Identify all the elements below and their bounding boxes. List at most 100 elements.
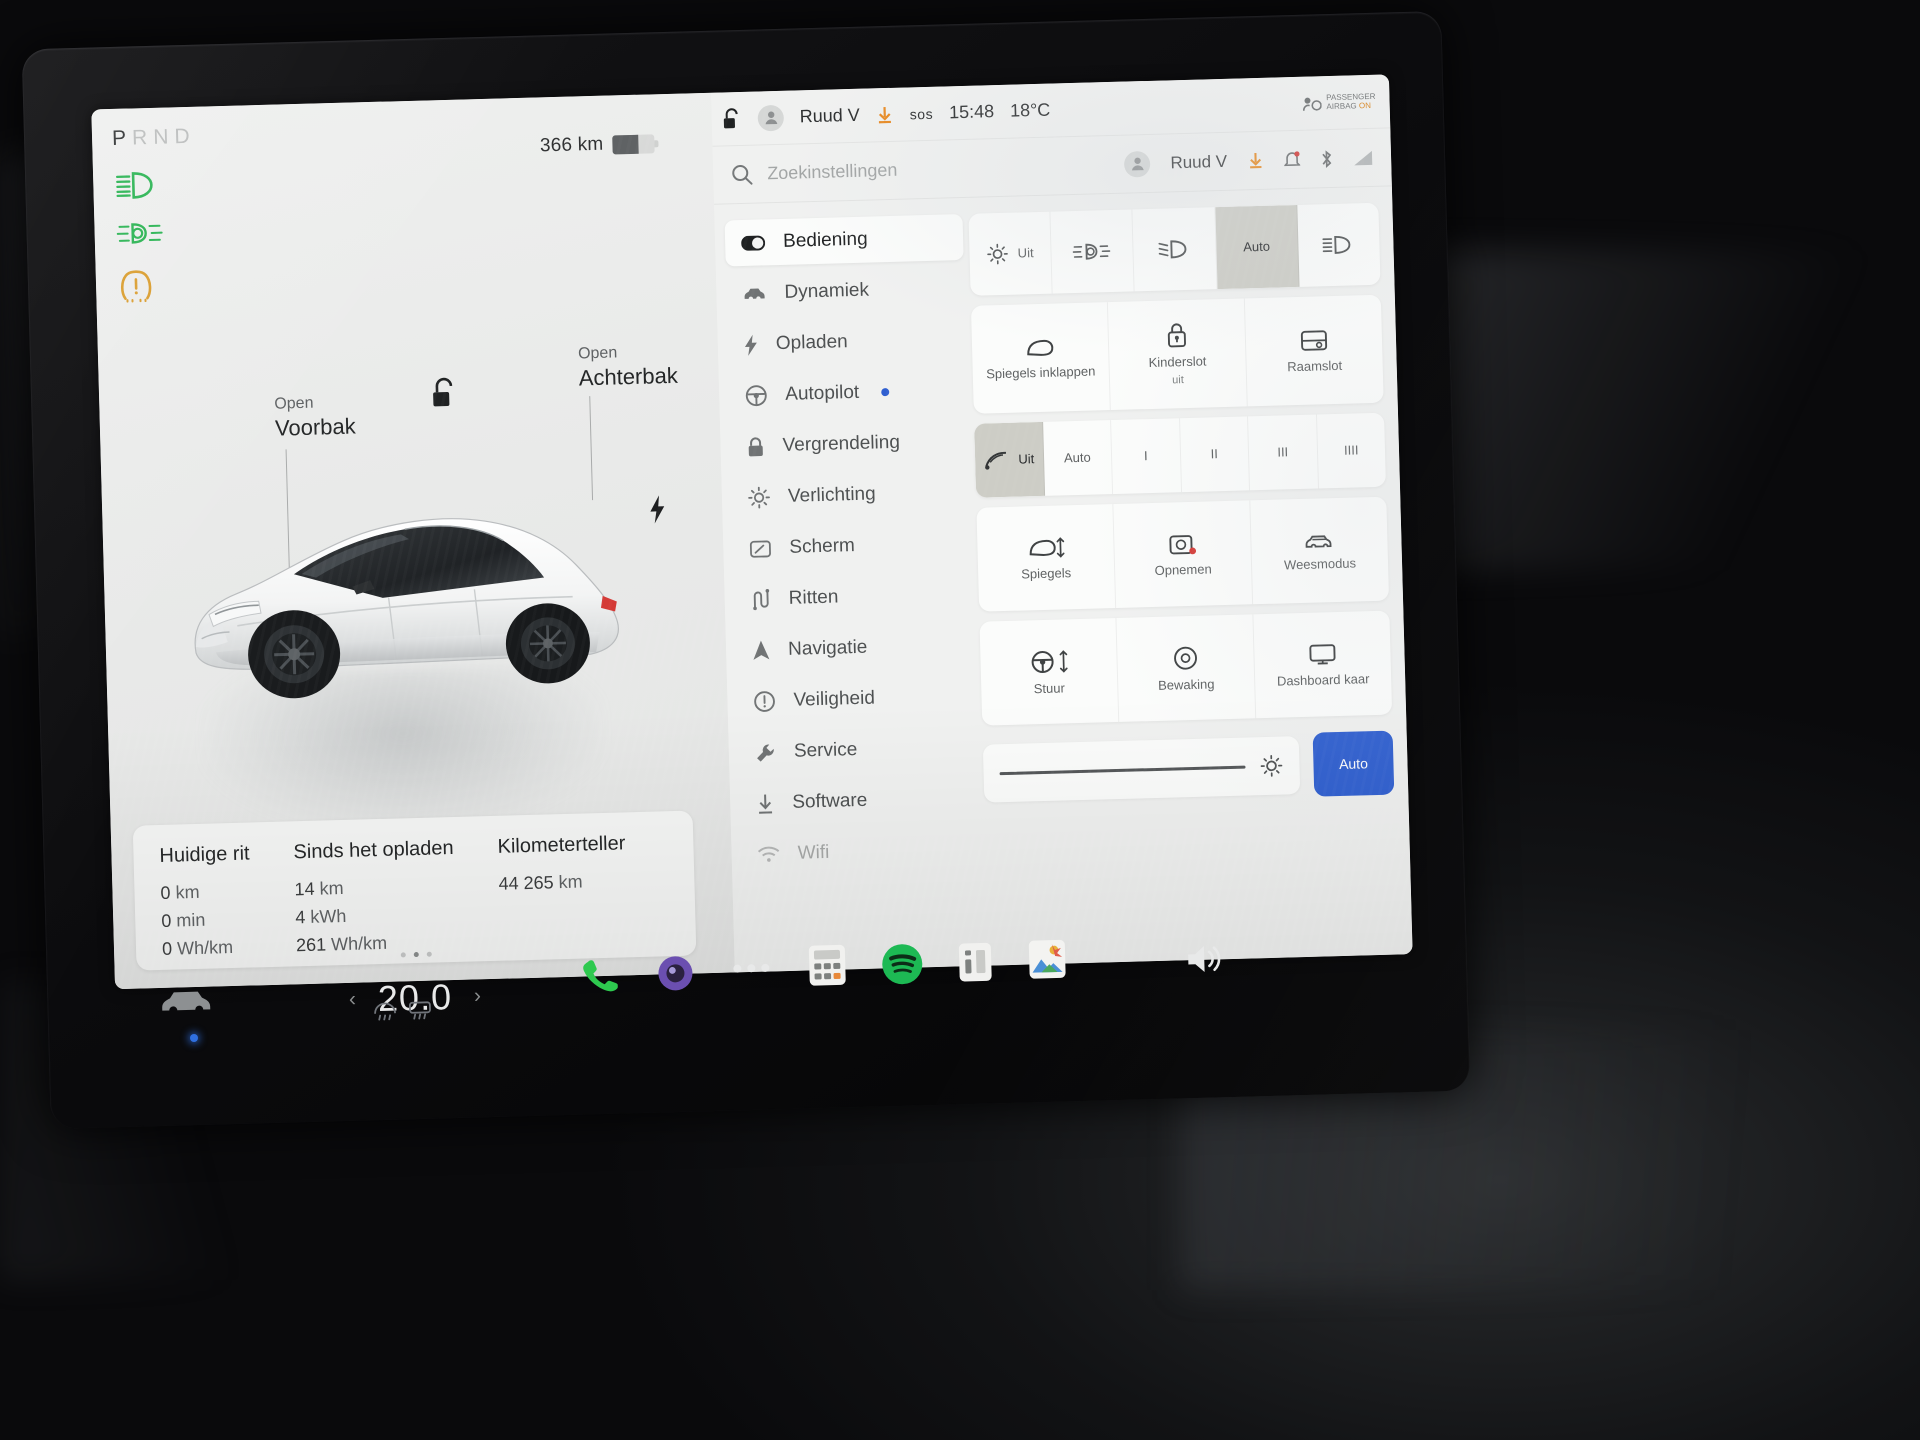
current-trip-time-value: 0 [161, 910, 172, 931]
steering-adjust-icon [1027, 647, 1070, 676]
climate-temperature-control[interactable]: ‹ 20.0 › [299, 949, 531, 1047]
front-defrost-icon[interactable] [372, 1000, 399, 1021]
wiper-off-button[interactable]: Uit [974, 421, 1045, 498]
sidebar-item-scherm[interactable]: Scherm [733, 520, 972, 572]
passenger-airbag-indicator: PASSENGER AIRBAG ON [1301, 92, 1376, 112]
tesla-touchscreen[interactable]: PRND 366 km Open Achterbak Open Voorbak … [91, 74, 1413, 990]
sidebar-item-dynamiek[interactable]: Dynamiek [726, 265, 965, 317]
signal-icon[interactable] [1353, 149, 1373, 166]
sidebar-item-software[interactable]: Software [740, 775, 979, 827]
bell-icon[interactable] [1283, 150, 1301, 169]
steering-adjust-tile[interactable]: Stuur [979, 617, 1120, 726]
high-beam-button[interactable] [1297, 203, 1380, 287]
settings-panel[interactable]: Ruud V sos 15:48 18°C PASSENGER AIRBAG O… [711, 74, 1413, 973]
fog-light-button[interactable] [1050, 209, 1136, 294]
lock-tiles-row[interactable]: Spiegels inklappen Kinderslot uit Raamsl… [970, 294, 1384, 414]
sidebar-item-vergrendeling[interactable]: Vergrendeling [730, 418, 969, 470]
temp-decrease-button[interactable]: ‹ [349, 988, 357, 1012]
since-charge-kwh-unit: kWh [310, 905, 347, 927]
gear-d: D [174, 124, 196, 149]
light-auto-button[interactable]: Auto [1214, 204, 1300, 290]
defrost-controls[interactable] [372, 999, 434, 1021]
model-3-illustration[interactable] [171, 445, 648, 728]
sidebar-item-autopilot[interactable]: Autopilot [729, 367, 968, 419]
vehicle-visualization-panel[interactable]: PRND 366 km Open Achterbak Open Voorbak … [91, 92, 735, 990]
wiper-auto-button[interactable]: Auto [1042, 420, 1114, 496]
status-sos-label[interactable]: sos [910, 105, 934, 122]
spotify-icon[interactable] [881, 943, 924, 986]
sidebar-item-verlichting[interactable]: Verlichting [731, 469, 970, 521]
brightness-row[interactable]: Auto [982, 730, 1395, 806]
phone-icon[interactable] [579, 955, 618, 994]
sidebar-item-service[interactable]: Service [738, 724, 977, 776]
download-icon [756, 793, 775, 814]
rear-defrost-icon[interactable] [407, 999, 434, 1020]
status-download-icon[interactable] [876, 104, 895, 124]
gear-p: P [111, 126, 133, 150]
gear-r: R [131, 125, 154, 150]
wiper-speed-1-button[interactable]: I [1111, 418, 1182, 495]
feature-tiles-row-2[interactable]: Stuur Bewaking Dashboard kaar [979, 610, 1393, 726]
sentry-mode-tile[interactable]: Bewaking [1116, 614, 1257, 722]
brightness-icon [1259, 754, 1284, 779]
sidebar-item-bediening[interactable]: Bediening [724, 214, 964, 267]
rear-trunk-callout[interactable]: Open Achterbak [578, 342, 678, 392]
status-avatar[interactable] [757, 104, 785, 132]
sidebar-item-navigatie[interactable]: Navigatie [736, 622, 975, 674]
wiper-speed-2-button[interactable]: II [1179, 416, 1251, 493]
calculator-app-icon[interactable] [807, 943, 848, 988]
photos-app-icon[interactable] [1027, 937, 1068, 982]
child-lock-tile[interactable]: Kinderslot uit [1107, 298, 1248, 411]
wiper-mode-row[interactable]: Uit Auto I II III IIII [974, 412, 1386, 498]
brightness-auto-button[interactable]: Auto [1312, 730, 1395, 797]
settings-avatar[interactable] [1124, 150, 1151, 178]
low-beam-icon [1157, 238, 1192, 261]
settings-profile-name[interactable]: Ruud V [1170, 151, 1227, 173]
status-profile-name[interactable]: Ruud V [799, 105, 860, 128]
window-lock-tile[interactable]: Raamslot [1245, 295, 1384, 407]
settings-sidebar[interactable]: Bediening Dynamiek Opladen Autopilot Ver… [714, 198, 983, 972]
wiper-speed-4-button[interactable]: IIII [1317, 413, 1386, 489]
wiper-icon [983, 449, 1010, 472]
sentry-car-tile[interactable]: Weesmodus [1250, 497, 1389, 605]
info-app-icon[interactable] [957, 941, 994, 984]
since-charge-title: Sinds het opladen [293, 837, 454, 864]
sidebar-item-ritten[interactable]: Ritten [734, 571, 973, 623]
bluetooth-icon[interactable] [1320, 148, 1334, 168]
dock-car-button[interactable] [158, 984, 215, 1016]
window-lock-icon [1299, 327, 1330, 354]
mirror-adjust-tile[interactable]: Spiegels [976, 504, 1117, 612]
range-value: 366 km [539, 133, 604, 157]
since-charge-distance-value: 14 [294, 878, 315, 900]
settings-download-icon[interactable] [1247, 151, 1265, 170]
sentry-car-icon [1302, 529, 1337, 552]
dashcam-record-tile[interactable]: Opnemen [1113, 500, 1254, 609]
sidebar-item-opladen[interactable]: Opladen [727, 316, 966, 368]
search-icon [731, 163, 754, 186]
unlock-icon[interactable] [429, 376, 460, 413]
steering-wheel-icon [745, 384, 768, 407]
wifi-icon [757, 846, 780, 863]
wiper-speed-2-label: II [1210, 446, 1219, 462]
volume-icon[interactable] [1185, 942, 1226, 975]
status-time: 15:48 [948, 101, 995, 123]
sidebar-item-veiligheid[interactable]: Veiligheid [737, 673, 976, 725]
temp-increase-button[interactable]: › [474, 984, 482, 1008]
feature-tiles-row-1[interactable]: Spiegels Opnemen Weesmodus [976, 496, 1390, 612]
controls-grid[interactable]: Uit Auto Spiegels inklappen Kinderslot u… [962, 186, 1413, 965]
status-unlock-icon[interactable] [721, 106, 742, 131]
headlight-mode-row[interactable]: Uit Auto [968, 202, 1381, 296]
mirror-fold-tile[interactable]: Spiegels inklappen [970, 302, 1111, 414]
light-off-button[interactable]: Uit [968, 211, 1053, 296]
brightness-track[interactable] [999, 765, 1246, 775]
wiper-speed-3-button[interactable]: III [1248, 414, 1319, 491]
search-input[interactable]: Zoekinstellingen [767, 160, 898, 185]
front-trunk-callout[interactable]: Open Voorbak [274, 393, 356, 443]
brightness-slider[interactable] [982, 736, 1301, 803]
low-beam-button[interactable] [1132, 207, 1218, 292]
dashboard-display-tile[interactable]: Dashboard kaar [1253, 611, 1392, 719]
sidebar-label-bediening: Bediening [782, 228, 868, 252]
more-dots-icon[interactable] [731, 961, 771, 976]
sidebar-item-wifi[interactable]: Wifi [741, 826, 980, 878]
camera-icon[interactable] [657, 955, 694, 992]
